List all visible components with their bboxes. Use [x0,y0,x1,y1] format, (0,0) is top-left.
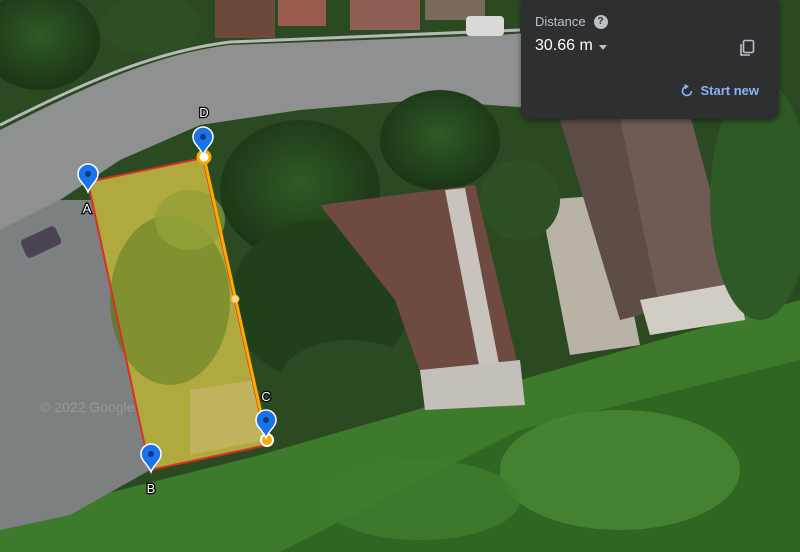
tree [380,90,500,190]
start-new-label: Start new [700,83,759,98]
pin-dot [148,451,154,457]
pin-label-a: A [83,201,92,216]
distance-title: Distance [535,14,586,29]
tree-clump [500,410,740,530]
panel-title: Distance ? [535,14,608,29]
start-new-button[interactable]: Start new [680,83,759,98]
pin-dot [85,171,91,177]
refresh-icon [682,83,693,96]
rooftop [350,0,420,30]
parked-car [466,16,504,36]
pin-label-d: D [199,105,208,120]
chevron-down-icon [598,44,607,50]
pin-label-b: B [147,481,156,496]
measure-midpoint[interactable] [230,294,240,304]
tree-clump [320,460,520,540]
help-icon[interactable]: ? [593,14,608,29]
distance-value: 30.66 m [535,37,593,54]
map-watermark: © 2022 Google [40,399,135,415]
tree [480,160,560,240]
distance-panel: Distance ? 30.66 m Start new [521,0,779,119]
pin-label-c: C [261,389,270,404]
pin-dot [263,417,269,423]
rooftop [215,0,275,38]
pin-dot [200,134,206,140]
rooftop [278,0,326,26]
copy-icon [740,39,755,56]
tree [280,340,420,420]
distance-unit-dropdown[interactable]: 30.66 m [535,37,607,55]
copy-button[interactable] [735,36,759,60]
